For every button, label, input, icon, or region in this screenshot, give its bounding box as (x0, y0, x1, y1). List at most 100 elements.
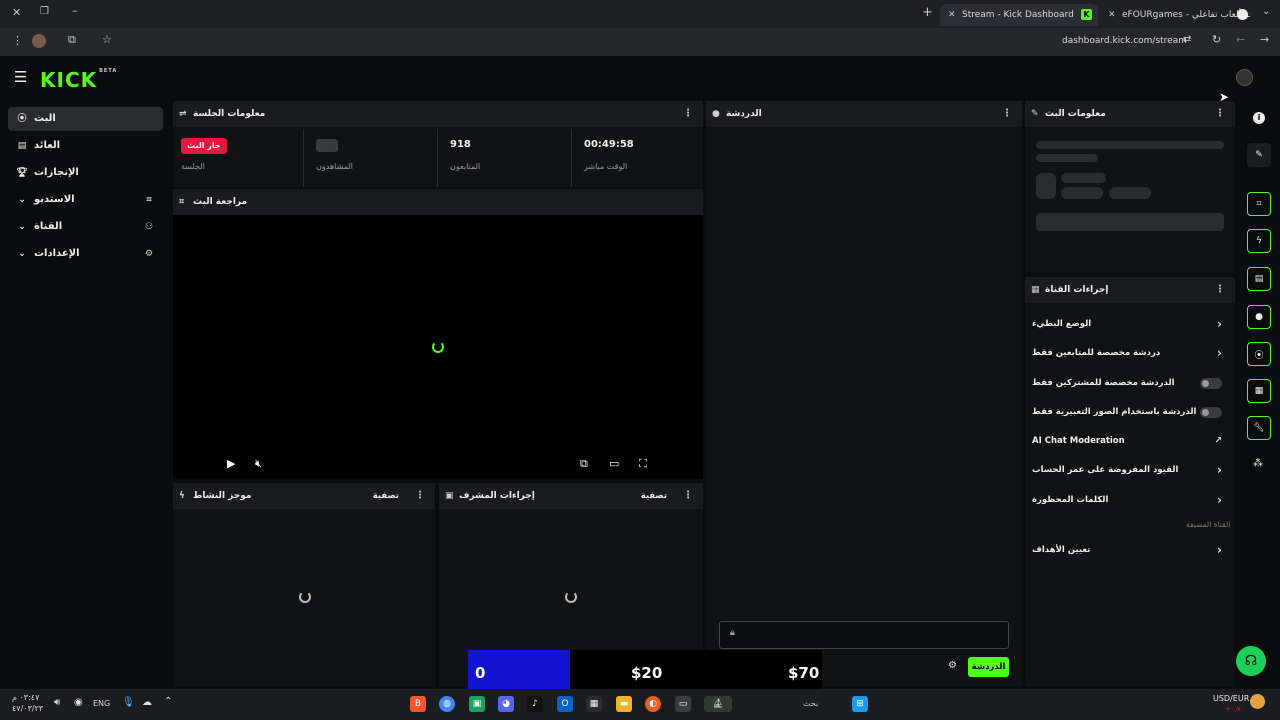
calculator-icon[interactable]: ▦ (586, 696, 602, 712)
broadcast-toggle-button[interactable]: ⦿ (1247, 342, 1271, 366)
panel-title: الدردشة (726, 109, 762, 119)
tools-toggle-button[interactable]: 🔧︎ (1247, 416, 1271, 440)
chat-toggle-button[interactable]: ● (1247, 305, 1271, 329)
more-options-icon[interactable]: ⋮ (415, 483, 425, 509)
volume-icon[interactable]: 🔊︎ (54, 697, 60, 708)
currency-widget[interactable]: USD/EUR (1213, 694, 1249, 703)
picture-in-picture-icon[interactable]: ⧉ (580, 457, 588, 471)
widget-avatar-icon[interactable] (1250, 694, 1265, 709)
more-options-icon[interactable]: ⋮ (1215, 277, 1225, 303)
kick-logo[interactable]: KICK BETA (40, 68, 117, 92)
activity-loading-spinner (299, 591, 311, 603)
filter-button[interactable]: تصفية (373, 483, 399, 509)
more-options-icon[interactable]: ⋮ (1002, 101, 1012, 127)
new-tab-icon[interactable]: + (922, 5, 933, 20)
brave-browser-icon[interactable]: B (410, 696, 426, 712)
task-view-icon[interactable]: ▭ (675, 696, 691, 712)
emotes-only-toggle[interactable] (1200, 407, 1222, 418)
info-icon[interactable]: i (1253, 112, 1265, 124)
support-headset-icon[interactable]: ☊ (1236, 646, 1266, 676)
user-avatar[interactable] (1236, 69, 1253, 86)
minimize-window-icon[interactable]: – (72, 4, 78, 17)
action-banned-words[interactable]: الكلمات المحظورة › (1032, 489, 1232, 511)
action-followers-only[interactable]: دردشة مخصصة للمتابعين فقط › (1032, 342, 1232, 364)
sidebar-item-channel[interactable]: ⌄ القناة ⚇ (8, 215, 163, 239)
profile-avatar[interactable] (32, 34, 46, 48)
mod-actions-toggle-button[interactable]: ▤ (1247, 267, 1271, 291)
action-set-goals[interactable]: تعيين الأهداف › (1032, 539, 1232, 561)
sidebar-item-broadcast[interactable]: ⦿ البث (8, 107, 163, 131)
studio-toggle-button[interactable]: ⌗ (1247, 192, 1271, 216)
bolt-icon: ϟ (1256, 236, 1262, 246)
more-options-icon[interactable]: ⋮ (1215, 101, 1225, 127)
sidebar-item-achievements[interactable]: 🏆︎ الإنجازات (8, 161, 163, 185)
clock-date[interactable]: ٤٧/٠٣/٢٣ (12, 704, 43, 713)
action-account-age[interactable]: القيود المفروضة على عمر الحساب › (1032, 459, 1232, 481)
action-subscribers-only: الدردشة مخصصة للمشتركين فقط (1032, 372, 1232, 394)
close-tab-icon[interactable]: ✕ (948, 4, 956, 26)
broadcast-icon: ⦿ (1254, 350, 1264, 361)
mute-icon[interactable]: 🔇︎ (255, 457, 262, 471)
url-field[interactable]: dashboard.kick.com/stream (1062, 36, 1187, 46)
apps-icon[interactable]: ⁂ (1253, 458, 1263, 469)
show-hidden-icons-chevron-icon[interactable]: ⌃ (164, 696, 172, 707)
bookmark-star-icon[interactable]: ☆ (102, 33, 112, 46)
taskbar-search[interactable]: بحث (803, 699, 818, 708)
reload-icon[interactable]: ↻ (1212, 33, 1221, 46)
chat-input[interactable]: 🔒︎ (719, 621, 1009, 649)
chevron-right-icon: › (1217, 317, 1222, 331)
money-icon: ▤ (17, 141, 27, 151)
close-window-icon[interactable]: ✕ (12, 6, 21, 19)
tab-label: Stream - Kick Dashboard (962, 10, 1074, 20)
chrome-icon[interactable]: ◍ (439, 696, 455, 712)
subscribers-only-toggle[interactable] (1200, 378, 1222, 389)
more-options-icon[interactable]: ⋮ (683, 483, 693, 509)
clock-time[interactable]: ٠٣:٤٧ م (12, 693, 39, 702)
windows-start-icon[interactable]: ⊞ (852, 696, 868, 712)
back-icon[interactable]: ← (1236, 33, 1245, 46)
file-explorer-icon[interactable]: ▬ (616, 696, 632, 712)
filter-button[interactable]: تصفية (641, 483, 667, 509)
outlook-icon[interactable]: O (557, 696, 573, 712)
action-ai-chat-moderation[interactable]: AI Chat Moderation ↗ (1032, 430, 1232, 452)
edit-layout-button[interactable]: ✎ (1247, 143, 1271, 167)
forward-icon[interactable]: → (1260, 33, 1269, 46)
action-slow-mode[interactable]: الوضع البطيء › (1032, 313, 1232, 335)
goal-current-value: 0 (475, 664, 486, 682)
menu-dots-icon[interactable]: ⋮ (12, 34, 23, 47)
site-settings-icon[interactable]: ⇄ (1183, 34, 1191, 45)
stream-preview-header: ⌗ مراجعة البث (173, 189, 703, 215)
channel-actions-toggle-button[interactable]: ▦ (1247, 379, 1271, 403)
language-indicator[interactable]: ENG (93, 699, 110, 708)
sidebar-item-settings[interactable]: ⌄ الإعدادات ⚙ (8, 242, 163, 266)
microphone-icon[interactable]: 🎙︎ (122, 697, 135, 708)
sidebar-item-studio[interactable]: ⌄ الاستديو ⌗ (8, 188, 163, 212)
tab-kick-dashboard[interactable]: ✕ Stream - Kick Dashboard K (940, 4, 1098, 26)
firefox-icon[interactable]: ◐ (645, 696, 661, 712)
restore-window-icon[interactable]: ❐ (40, 6, 49, 17)
tiktok-icon[interactable]: ♪ (527, 696, 543, 712)
chat-send-button[interactable]: الدردشة (968, 657, 1009, 677)
chat-settings-gear-icon[interactable]: ⚙ (948, 660, 957, 671)
action-emotes-only: الدردشة باستخدام الصور التعبيرية فقط (1032, 401, 1232, 423)
fullscreen-icon[interactable]: ⛶ (639, 457, 647, 471)
store-app-icon[interactable]: ▣ (469, 696, 485, 712)
extensions-icon[interactable]: ⧉ (68, 33, 76, 47)
close-tab-icon[interactable]: ✕ (1108, 4, 1116, 26)
activity-toggle-button[interactable]: ϟ (1247, 229, 1271, 253)
stream-preview-panel: ⌗ مراجعة البث ▶ 🔇︎ ⧉ ▭ ⛶ (173, 189, 703, 479)
hamburger-menu-icon[interactable]: ☰ (14, 68, 27, 86)
loading-skeleton (1036, 141, 1224, 149)
sidebar-item-revenue[interactable]: ▤ العائد (8, 134, 163, 158)
play-icon[interactable]: ▶ (227, 457, 235, 470)
kick-favicon-icon: K (1081, 9, 1092, 20)
tab-list-chevron-icon[interactable]: ⌄ (1262, 6, 1270, 17)
network-icon[interactable]: ◉ (74, 697, 83, 708)
more-options-icon[interactable]: ⋮ (683, 101, 693, 127)
discord-icon[interactable]: ◕ (498, 696, 514, 712)
search-widget-image-icon[interactable]: ⛵︎ (704, 696, 732, 712)
tab-efourgames[interactable]: ✕ eFOURgames - متجر ألعاب تفاعلي (1100, 4, 1250, 26)
theater-mode-icon[interactable]: ▭ (609, 457, 619, 470)
video-loading-spinner (432, 341, 444, 353)
onedrive-cloud-icon[interactable]: ☁ (142, 697, 152, 708)
